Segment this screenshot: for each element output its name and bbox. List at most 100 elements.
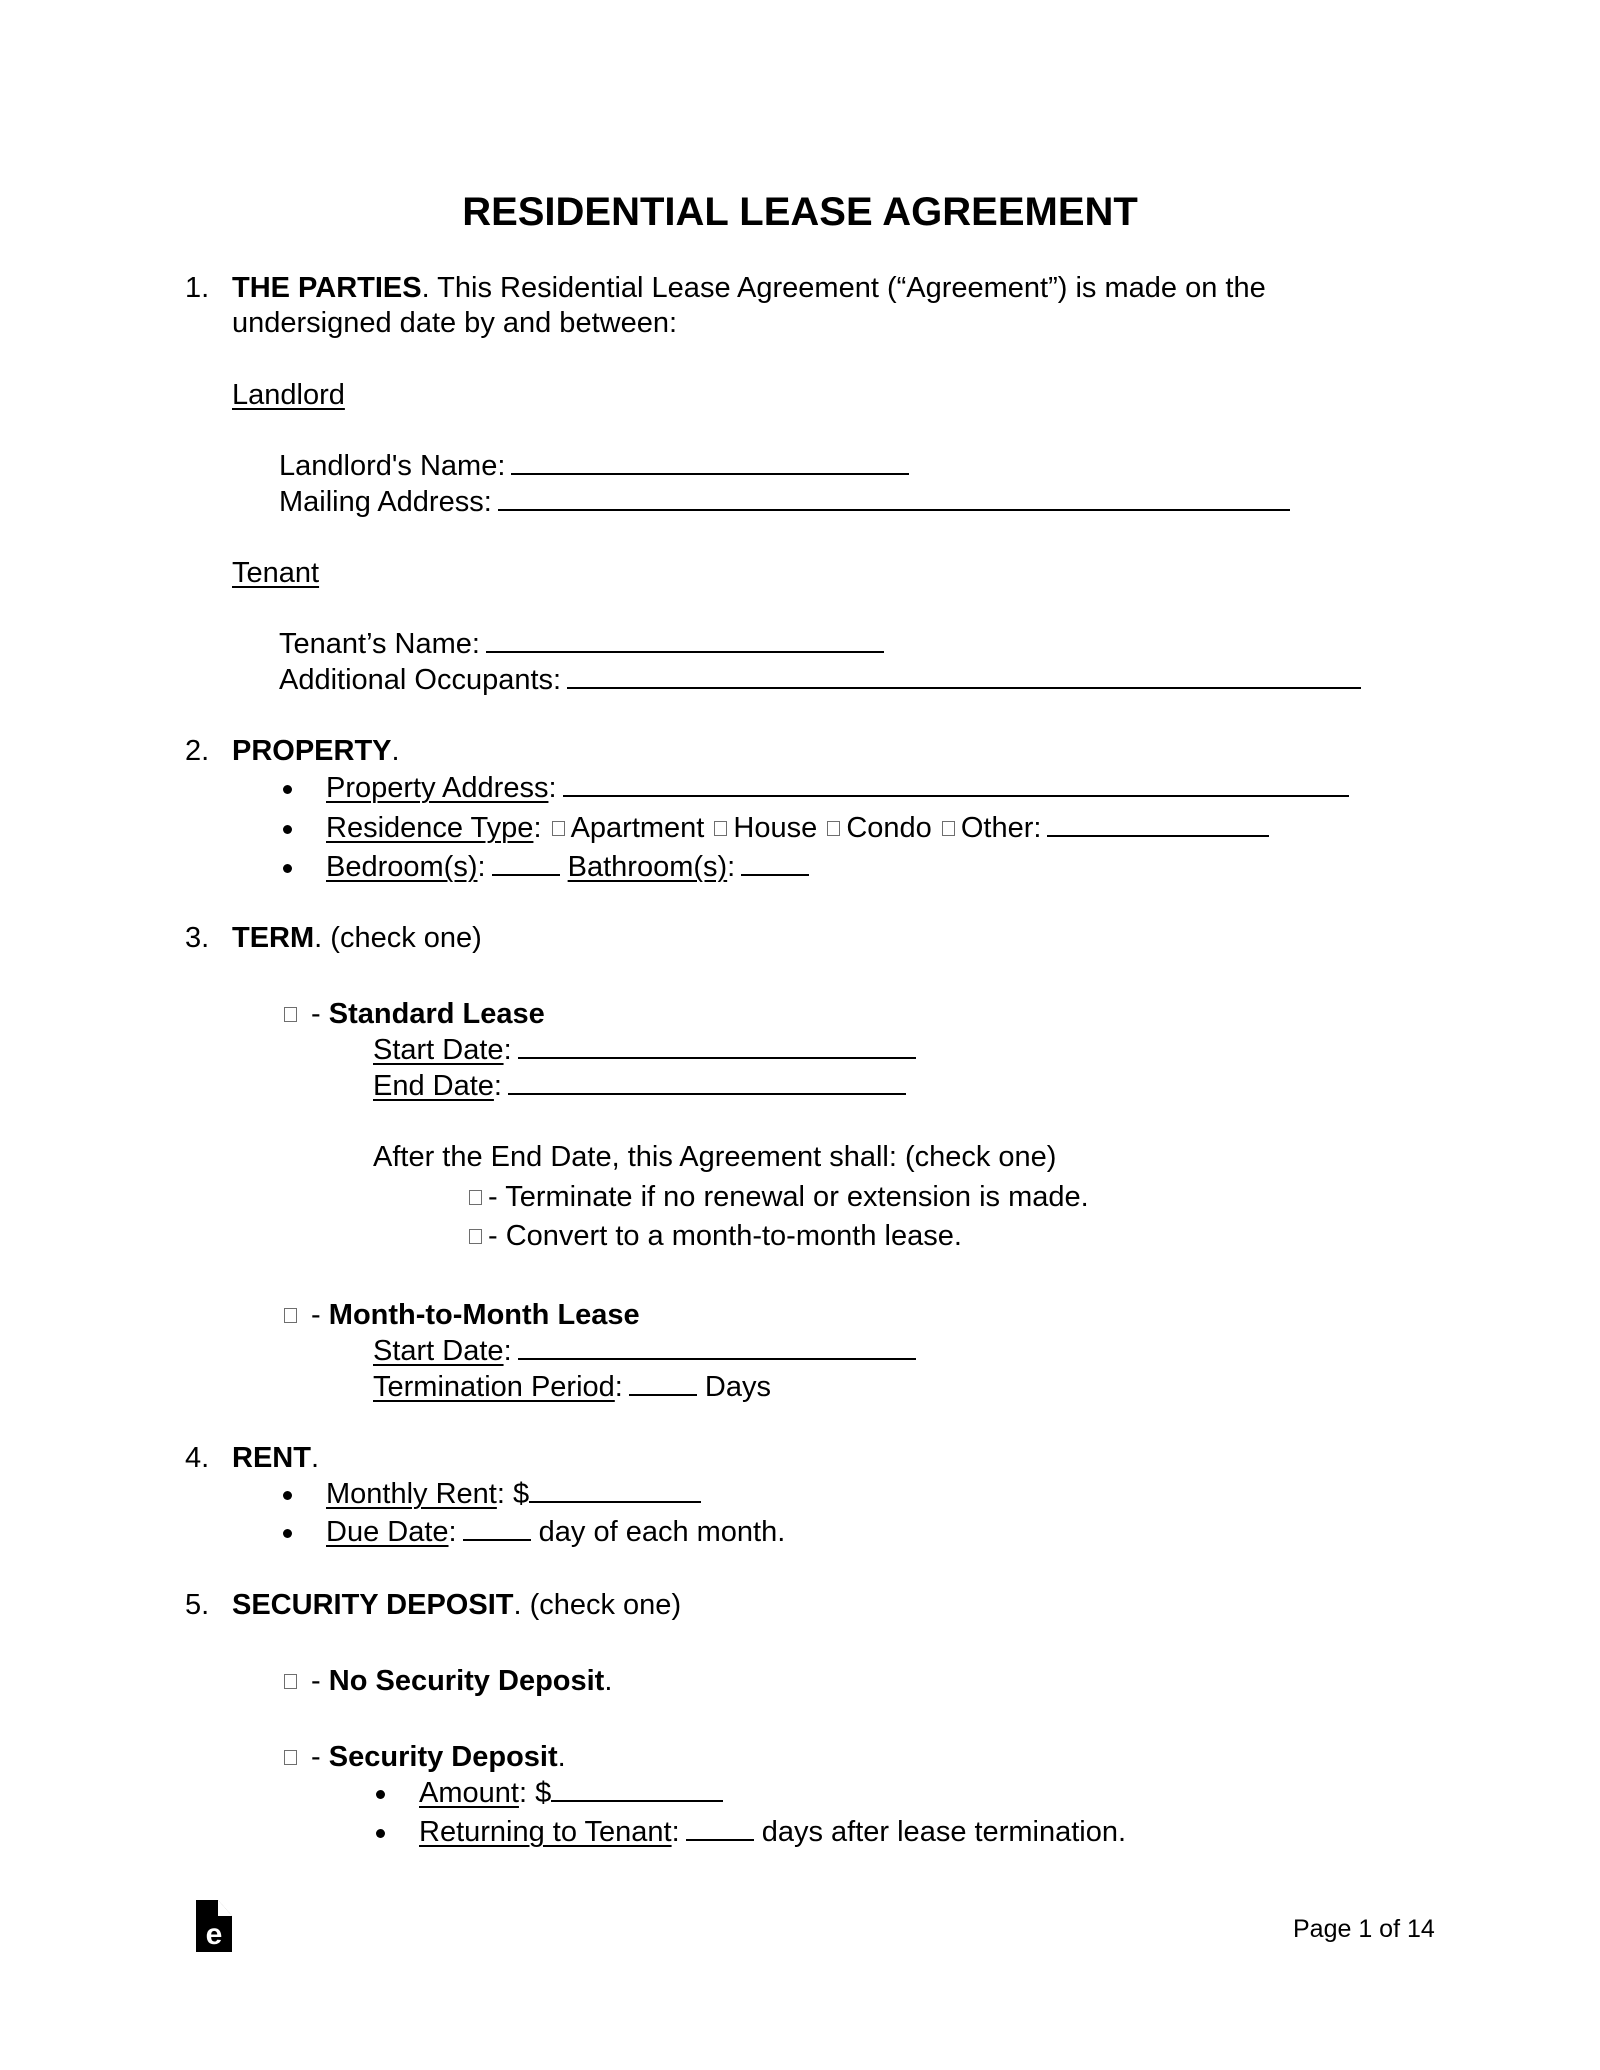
standard-end-field[interactable] [507,1092,906,1095]
landlord-address-field[interactable] [497,508,1290,511]
residence-option-other: Other: [960,812,1042,844]
with-deposit-label: Security Deposit [328,1741,558,1773]
monthly-rent-row: Monthly Rent: $ [326,1478,702,1510]
deposit-return-suffix: days after lease termination. [761,1816,1127,1848]
checkbox-standard-lease[interactable] [284,1007,297,1022]
checkbox-no-deposit[interactable] [284,1674,297,1689]
tenant-heading: Tenant [232,557,320,589]
option-convert-label: - Convert to a month-to-month lease. [488,1220,962,1252]
termination-period-field[interactable] [628,1393,697,1396]
property-address-row: Property Address: [326,774,1349,803]
deposit-note: . (check one) [513,1589,682,1621]
checkbox-terminate[interactable] [469,1190,482,1205]
standard-start-label: Start Date [373,1034,504,1066]
month-to-month-label: Month-to-Month Lease [328,1299,640,1331]
property-address-field[interactable] [562,794,1349,797]
bullet-icon [283,1529,292,1538]
checkbox-other[interactable] [941,821,955,836]
termination-period-label: Termination Period [373,1371,615,1403]
with-deposit-row: - Security Deposit. [282,1743,566,1772]
term-heading: TERM [232,922,315,954]
residence-option-condo: Condo [846,812,932,844]
landlord-heading: Landlord [232,379,345,411]
residence-option-apartment: Apartment [570,812,705,844]
monthly-rent-field[interactable] [529,1500,702,1503]
checkbox-convert[interactable] [469,1229,482,1244]
additional-occupants-row: Additional Occupants: [279,664,1362,696]
due-date-label: Due Date [326,1516,449,1548]
monthly-start-label: Start Date [373,1335,504,1367]
rooms-row: Bedroom(s): Bathroom(s): [326,851,810,883]
monthly-start-field[interactable] [517,1357,916,1360]
month-to-month-row: - Month-to-Month Lease [282,1301,640,1330]
bullet-icon [283,1491,292,1500]
option-terminate-row: - Terminate if no renewal or extension i… [467,1183,1089,1212]
additional-occupants-label: Additional Occupants: [279,664,562,696]
section-number-4: 4. [185,1442,210,1474]
deposit-amount-prefix: : $ [518,1777,552,1809]
eforms-logo-icon: e [196,1900,232,1960]
no-deposit-label: No Security Deposit [328,1665,605,1697]
rent-heading-row: RENT. [232,1444,319,1473]
property-address-label: Property Address [326,772,549,804]
tenant-name-field[interactable] [485,650,884,653]
due-date-suffix: day of each month. [538,1516,786,1548]
deposit-return-field[interactable] [685,1838,754,1841]
checkbox-month-to-month[interactable] [284,1308,297,1323]
bathrooms-field[interactable] [741,873,810,876]
termination-period-unit: Days [704,1371,771,1403]
residence-type-row: Residence Type: Apartment House Condo Ot… [326,812,1270,844]
bullet-icon [283,785,292,794]
bullet-icon [283,864,292,873]
bedrooms-label: Bedroom(s) [326,851,478,883]
page-number: Page 1 of 14 [1293,1915,1435,1943]
monthly-rent-prefix: : $ [496,1478,530,1510]
deposit-amount-field[interactable] [551,1799,724,1802]
deposit-amount-label: Amount [419,1777,519,1809]
deposit-heading-row: SECURITY DEPOSIT. (check one) [232,1591,681,1620]
landlord-name-field[interactable] [511,472,910,475]
svg-text:e: e [206,1918,223,1951]
checkbox-with-deposit[interactable] [284,1750,297,1765]
bullet-icon [376,1790,385,1799]
additional-occupants-field[interactable] [567,686,1362,689]
tenant-name-label: Tenant’s Name: [279,628,480,660]
tenant-name-row: Tenant’s Name: [279,630,884,659]
parties-text-line1: . This Residential Lease Agreement (“Agr… [421,272,1266,304]
deposit-heading: SECURITY DEPOSIT [232,1589,514,1621]
checkbox-condo[interactable] [827,821,841,836]
checkbox-house[interactable] [714,821,728,836]
section-number-1: 1. [185,272,210,304]
landlord-address-row: Mailing Address: [279,488,1290,517]
property-heading-row: PROPERTY. [232,737,400,766]
standard-end-label: End Date [373,1070,494,1102]
parties-paragraph: THE PARTIES. This Residential Lease Agre… [232,274,1266,303]
landlord-name-row: Landlord's Name: [279,450,910,482]
rent-heading-period: . [310,1442,320,1474]
landlord-name-label: Landlord's Name: [279,450,506,482]
due-date-row: Due Date: day of each month. [326,1516,786,1548]
due-date-field[interactable] [462,1538,531,1541]
bedrooms-field[interactable] [491,873,560,876]
parties-text-line2: undersigned date by and between: [232,307,678,339]
option-terminate-label: - Terminate if no renewal or extension i… [488,1181,1089,1213]
option-convert-row: - Convert to a month-to-month lease. [467,1222,962,1251]
section-number-5: 5. [185,1589,210,1621]
residence-other-field[interactable] [1047,834,1270,837]
standard-end-row: End Date: [373,1072,906,1101]
term-note: . (check one) [314,922,482,954]
standard-start-row: Start Date: [373,1036,916,1065]
section-number-3: 3. [185,922,210,954]
bullet-icon [376,1829,385,1838]
bathrooms-label: Bathroom(s) [567,851,728,883]
no-deposit-row: - No Security Deposit. [282,1667,612,1696]
deposit-return-label: Returning to Tenant [419,1816,672,1848]
termination-period-row: Termination Period: Days [373,1371,771,1403]
standard-start-field[interactable] [517,1056,916,1059]
checkbox-apartment[interactable] [551,821,565,836]
deposit-return-row: Returning to Tenant: days after lease te… [419,1816,1127,1848]
deposit-amount-row: Amount: $ [419,1777,724,1809]
after-end-date-text: After the End Date, this Agreement shall… [373,1141,1057,1173]
landlord-address-label: Mailing Address: [279,486,492,518]
term-heading-row: TERM. (check one) [232,924,482,953]
